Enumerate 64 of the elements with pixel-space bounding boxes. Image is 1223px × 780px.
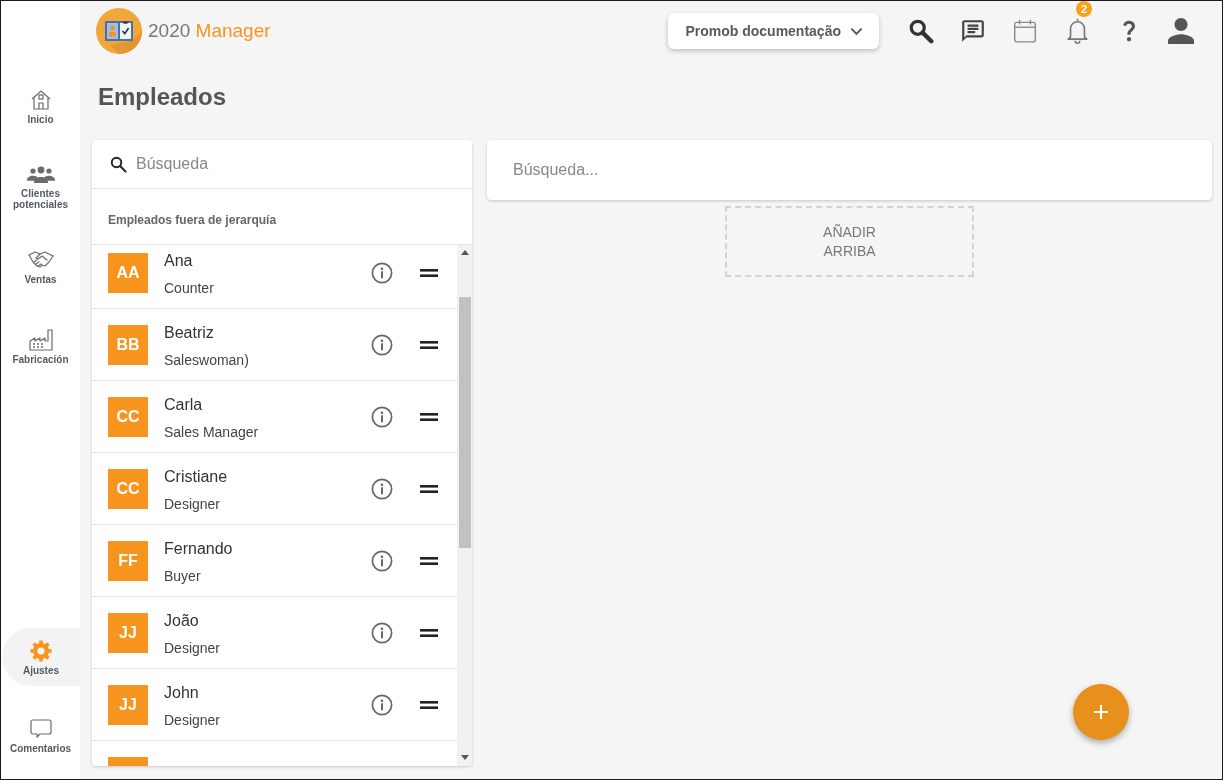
scroll-down-arrow-icon[interactable] bbox=[460, 755, 469, 760]
drag-handle-icon[interactable] bbox=[420, 269, 438, 277]
section-heading: Empleados fuera de jerarquía bbox=[108, 213, 277, 227]
initials-avatar: BB bbox=[108, 325, 148, 365]
employee-role: Saleswoman) bbox=[164, 351, 249, 369]
chat-icon[interactable] bbox=[960, 18, 986, 44]
info-icon[interactable] bbox=[371, 478, 393, 500]
initials-avatar: JJ bbox=[108, 613, 148, 653]
search-icon bbox=[109, 154, 128, 174]
initials-avatar: AA bbox=[108, 253, 148, 293]
app-name: 2020 Manager bbox=[148, 20, 271, 42]
employee-name: Beatriz bbox=[164, 323, 214, 343]
employee-role: Sales Manager bbox=[164, 423, 259, 441]
sidebar-item[interactable]: Ventas bbox=[1, 226, 80, 306]
workspace-dropdown[interactable]: Promob documentação bbox=[668, 13, 879, 49]
logo-icon bbox=[96, 8, 142, 54]
search-field[interactable]: Búsqueda bbox=[136, 140, 472, 188]
drag-handle-icon[interactable] bbox=[420, 485, 438, 493]
employee-role: Counter bbox=[164, 279, 214, 297]
info-icon[interactable] bbox=[371, 550, 393, 572]
employee-name: Fernando bbox=[164, 539, 233, 559]
scrollbar-track[interactable] bbox=[457, 245, 472, 766]
sidebar-item[interactable]: Clientes potenciales bbox=[1, 146, 80, 226]
factory-icon bbox=[26, 327, 55, 352]
info-icon[interactable] bbox=[371, 262, 393, 284]
settings-icon bbox=[29, 638, 53, 663]
page-title: Empleados bbox=[98, 82, 227, 112]
initials-avatar: FF bbox=[108, 541, 148, 581]
employee-role: Designer bbox=[164, 495, 221, 513]
drag-handle-icon[interactable] bbox=[420, 413, 438, 421]
employee-name: Ana bbox=[164, 251, 193, 271]
info-icon[interactable] bbox=[371, 622, 393, 644]
initials-avatar: CC bbox=[108, 469, 148, 509]
drag-handle-icon[interactable] bbox=[420, 701, 438, 709]
employee-role: Designer bbox=[164, 711, 221, 729]
add-above-button[interactable]: AÑADIR ARRIBA bbox=[725, 206, 974, 277]
employee-name: Cristiane bbox=[164, 467, 228, 487]
chevron-down-icon bbox=[850, 26, 863, 36]
sidebar-item[interactable]: Comentarios bbox=[1, 706, 80, 764]
calendar-icon[interactable] bbox=[1012, 18, 1038, 44]
user-icon[interactable] bbox=[1168, 18, 1194, 44]
employee-name: John bbox=[164, 683, 199, 703]
drag-handle-icon[interactable] bbox=[420, 557, 438, 565]
info-icon[interactable] bbox=[371, 406, 393, 428]
drag-handle-icon[interactable] bbox=[420, 341, 438, 349]
info-icon[interactable] bbox=[371, 334, 393, 356]
search-field[interactable]: Búsqueda... bbox=[487, 140, 1212, 200]
sidebar-item[interactable]: Fabricación bbox=[1, 306, 80, 386]
drag-handle-icon[interactable] bbox=[420, 629, 438, 637]
employee-role: Designer bbox=[164, 639, 221, 657]
sidebar-item[interactable]: Inicio bbox=[1, 66, 80, 146]
initials-avatar: JJ bbox=[108, 685, 148, 725]
search-icon[interactable] bbox=[908, 18, 934, 44]
employee-name: Carla bbox=[164, 395, 203, 415]
info-icon[interactable] bbox=[371, 694, 393, 716]
employee-name: João bbox=[164, 611, 199, 631]
bell-icon[interactable] bbox=[1066, 18, 1088, 44]
plus-icon bbox=[1093, 704, 1109, 720]
initials-avatar: CC bbox=[108, 397, 148, 437]
employee-role: Buyer bbox=[164, 567, 201, 585]
scrollbar-thumb[interactable] bbox=[458, 297, 471, 548]
scroll-up-arrow-icon[interactable] bbox=[460, 250, 469, 255]
notification-badge: 2 bbox=[1076, 1, 1092, 17]
sidebar-item[interactable]: Ajustes bbox=[2, 628, 80, 686]
